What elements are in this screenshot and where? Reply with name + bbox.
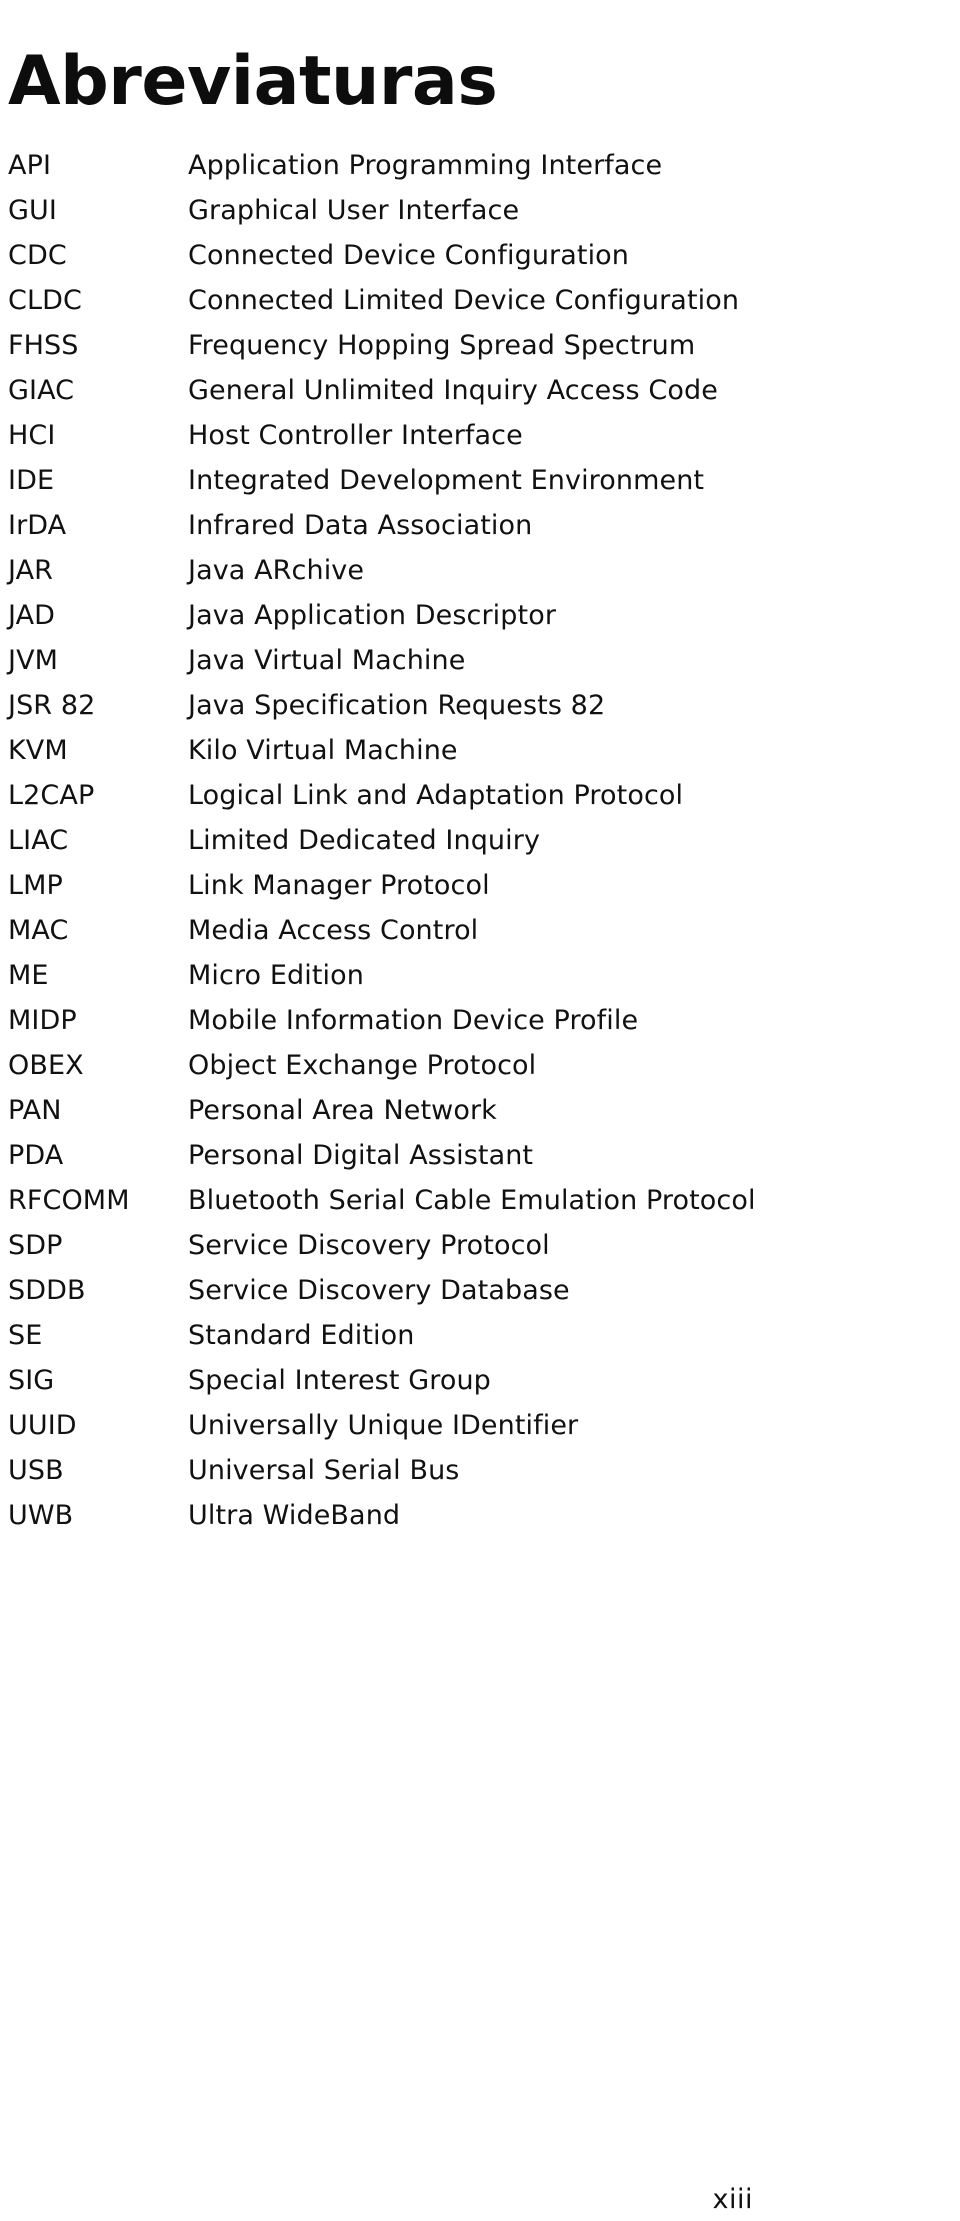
abbreviation-term: L2CAP [8,780,95,811]
abbreviation-row: CDC Connected Device Configuration [0,233,960,278]
abbreviation-definition: Service Discovery Protocol [188,1230,550,1261]
abbreviation-term: UWB [8,1500,74,1531]
abbreviation-definition: Personal Digital Assistant [188,1140,534,1171]
abbreviation-definition: Integrated Development Environment [188,465,705,496]
abbreviation-definition: Connected Limited Device Configuration [188,285,740,316]
abbreviation-definition: Connected Device Configuration [188,240,629,271]
abbreviation-definition: Universally Unique IDentifier [188,1410,579,1441]
abbreviation-row: UWB Ultra WideBand [0,1493,960,1538]
abbreviation-definition: Logical Link and Adaptation Protocol [188,780,684,811]
abbreviation-row: L2CAP Logical Link and Adaptation Protoco… [0,773,960,818]
abbreviation-definition: Infrared Data Association [188,510,533,541]
abbreviation-term: KVM [8,735,68,766]
abbreviation-term: PDA [8,1140,64,1171]
abbreviation-definition: Frequency Hopping Spread Spectrum [188,330,696,361]
abbreviation-definition: Mobile Information Device Profile [188,1005,639,1036]
abbreviation-row: ME Micro Edition [0,953,960,998]
abbreviation-definition: Link Manager Protocol [188,870,490,901]
abbreviation-row: GIAC General Unlimited Inquiry Access Cod… [0,368,960,413]
abbreviation-row: SE Standard Edition [0,1313,960,1358]
abbreviation-definition: Kilo Virtual Machine [188,735,458,766]
abbreviation-row: SIG Special Interest Group [0,1358,960,1403]
abbreviation-definition: Java Virtual Machine [188,645,466,676]
abbreviation-definition: Media Access Control [188,915,479,946]
abbreviation-term: API [8,150,52,181]
page-number: xiii [712,2184,753,2215]
abbreviation-term: LIAC [8,825,69,856]
abbreviation-term: SIG [8,1365,55,1396]
abbreviation-row: IDE Integrated Development Environment [0,458,960,503]
abbreviation-term: SDP [8,1230,63,1261]
abbreviation-definition: Ultra WideBand [188,1500,401,1531]
abbreviation-row: PDA Personal Digital Assistant [0,1133,960,1178]
abbreviation-term: SDDB [8,1275,86,1306]
abbreviation-definition: Universal Serial Bus [188,1455,460,1486]
abbreviation-definition: Java Specification Requests 82 [188,690,606,721]
abbreviation-term: SE [8,1320,43,1351]
abbreviation-row: SDDB Service Discovery Database [0,1268,960,1313]
abbreviation-row: OBEX Object Exchange Protocol [0,1043,960,1088]
abbreviation-definition: Special Interest Group [188,1365,491,1396]
abbreviation-term: JAR [8,555,54,586]
abbreviation-definition: Graphical User Interface [188,195,520,226]
abbreviation-term: CDC [8,240,67,271]
abbreviation-term: PAN [8,1095,62,1126]
abbreviation-row: CLDC Connected Limited Device Configurati… [0,278,960,323]
abbreviation-definition: Personal Area Network [188,1095,497,1126]
abbreviation-definition: Java ARchive [188,555,365,586]
abbreviation-term: GIAC [8,375,75,406]
abbreviation-row: IrDA Infrared Data Association [0,503,960,548]
abbreviation-row: KVM Kilo Virtual Machine [0,728,960,773]
abbreviation-term: RFCOMM [8,1185,130,1216]
abbreviation-term: HCI [8,420,56,451]
abbreviation-row: UUID Universally Unique IDentifier [0,1403,960,1448]
abbreviation-term: JSR 82 [8,690,96,721]
abbreviation-row: USB Universal Serial Bus [0,1448,960,1493]
abbreviation-row: RFCOMM Bluetooth Serial Cable Emulation P… [0,1178,960,1223]
abbreviation-list: API Application Programming Interface GUI G… [0,143,960,1538]
abbreviation-term: CLDC [8,285,82,316]
abbreviation-row: LMP Link Manager Protocol [0,863,960,908]
abbreviation-definition: Service Discovery Database [188,1275,570,1306]
abbreviation-row: JAR Java ARchive [0,548,960,593]
abbreviation-definition: Limited Dedicated Inquiry [188,825,541,856]
abbreviation-definition: Object Exchange Protocol [188,1050,537,1081]
abbreviation-definition: Java Application Descriptor [188,600,557,631]
abbreviation-row: MIDP Mobile Information Device Profile [0,998,960,1043]
abbreviation-row: FHSS Frequency Hopping Spread Spectrum [0,323,960,368]
abbreviation-term: FHSS [8,330,79,361]
abbreviation-definition: General Unlimited Inquiry Access Code [188,375,718,406]
abbreviation-row: API Application Programming Interface [0,143,960,188]
abbreviation-term: MIDP [8,1005,77,1036]
abbreviation-term: MAC [8,915,69,946]
abbreviation-definition: Bluetooth Serial Cable Emulation Protoco… [188,1185,756,1216]
abbreviation-row: SDP Service Discovery Protocol [0,1223,960,1268]
abbreviation-row: JSR 82 Java Specification Requests 82 [0,683,960,728]
abbreviation-row: JVM Java Virtual Machine [0,638,960,683]
abbreviation-definition: Application Programming Interface [188,150,663,181]
document-page: Abreviaturas API Application Programming … [0,0,960,2221]
abbreviation-term: LMP [8,870,63,901]
abbreviation-term: JVM [8,645,59,676]
abbreviation-definition: Host Controller Interface [188,420,523,451]
abbreviation-term: OBEX [8,1050,84,1081]
abbreviation-row: LIAC Limited Dedicated Inquiry [0,818,960,863]
abbreviation-definition: Micro Edition [188,960,364,991]
abbreviation-row: GUI Graphical User Interface [0,188,960,233]
abbreviation-term: UUID [8,1410,77,1441]
abbreviation-row: HCI Host Controller Interface [0,413,960,458]
abbreviation-row: JAD Java Application Descriptor [0,593,960,638]
abbreviation-definition: Standard Edition [188,1320,415,1351]
abbreviation-term: GUI [8,195,57,226]
abbreviation-term: USB [8,1455,64,1486]
abbreviation-row: MAC Media Access Control [0,908,960,953]
abbreviation-row: PAN Personal Area Network [0,1088,960,1133]
abbreviation-term: JAD [8,600,56,631]
abbreviation-term: IDE [8,465,55,496]
abbreviation-term: IrDA [8,510,67,541]
page-title: Abreviaturas [8,41,498,121]
abbreviation-term: ME [8,960,49,991]
